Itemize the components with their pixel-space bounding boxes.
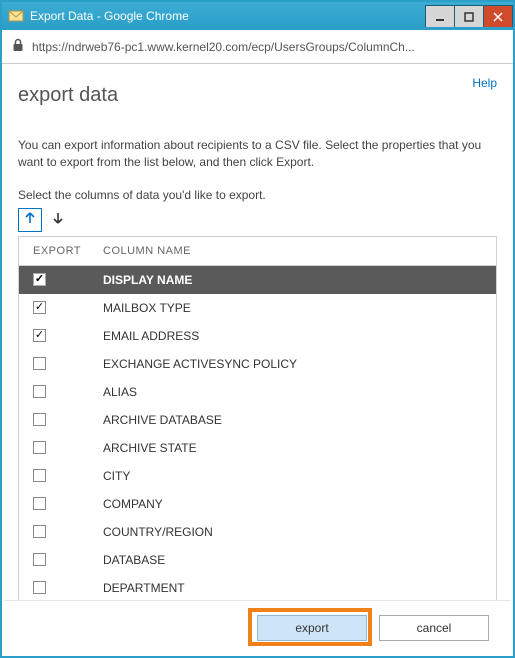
grid-header: EXPORT COLUMN NAME [19,237,496,266]
export-checkbox[interactable] [33,413,46,426]
cancel-button[interactable]: cancel [379,615,489,641]
column-name-cell: CITY [103,469,496,483]
table-row[interactable]: COMPANY [19,490,496,518]
arrow-down-icon [51,211,65,228]
column-name-cell: ARCHIVE STATE [103,441,496,455]
export-button[interactable]: export [257,615,367,641]
export-checkbox[interactable] [33,497,46,510]
column-name-cell: MAILBOX TYPE [103,301,496,315]
window-close-button[interactable] [483,5,513,27]
move-up-button[interactable] [18,208,42,232]
reorder-controls [18,208,497,232]
export-checkbox[interactable] [33,553,46,566]
column-name-cell: ARCHIVE DATABASE [103,413,496,427]
export-checkbox[interactable] [33,301,46,314]
address-bar: https://ndrweb76-pc1.www.kernel20.com/ec… [2,30,513,64]
table-row[interactable]: DATABASE [19,546,496,574]
table-row[interactable]: ARCHIVE STATE [19,434,496,462]
dialog-footer: export cancel [4,600,511,654]
window-frame: Export Data - Google Chrome https://ndrw… [0,0,515,658]
move-down-button[interactable] [46,208,70,232]
export-checkbox[interactable] [33,441,46,454]
column-name-cell: COMPANY [103,497,496,511]
table-row[interactable]: ARCHIVE DATABASE [19,406,496,434]
header-export: EXPORT [19,245,103,257]
column-name-cell: ALIAS [103,385,496,399]
url-text[interactable]: https://ndrweb76-pc1.www.kernel20.com/ec… [32,40,503,54]
export-checkbox[interactable] [33,581,46,594]
columns-grid: EXPORT COLUMN NAME DISPLAY NAME MAILBOX T… [18,236,497,606]
column-name-cell: EXCHANGE ACTIVESYNC POLICY [103,357,496,371]
help-link[interactable]: Help [472,76,497,90]
page-title: export data [18,84,497,107]
column-name-cell: EMAIL ADDRESS [103,329,496,343]
window-minimize-button[interactable] [425,5,455,27]
column-name-cell: DEPARTMENT [103,581,496,595]
window-maximize-button[interactable] [454,5,484,27]
table-row[interactable]: ALIAS [19,378,496,406]
arrow-up-icon [23,211,37,228]
table-row[interactable]: CITY [19,462,496,490]
column-name-cell: COUNTRY/REGION [103,525,496,539]
grid-body[interactable]: DISPLAY NAME MAILBOX TYPE EMAIL ADDRESS EXC… [19,266,496,605]
window-controls [426,5,513,27]
export-checkbox[interactable] [33,273,46,286]
export-checkbox[interactable] [33,357,46,370]
app-mail-icon [8,8,24,24]
header-column-name: COLUMN NAME [103,245,496,257]
titlebar: Export Data - Google Chrome [2,2,513,30]
table-row[interactable]: DISPLAY NAME [19,266,496,294]
export-checkbox[interactable] [33,469,46,482]
table-row[interactable]: DEPARTMENT [19,574,496,602]
export-checkbox[interactable] [33,385,46,398]
table-row[interactable]: EMAIL ADDRESS [19,322,496,350]
intro-text: You can export information about recipie… [18,137,497,172]
table-row[interactable]: COUNTRY/REGION [19,518,496,546]
lock-icon [12,38,24,55]
table-row[interactable]: EXCHANGE ACTIVESYNC POLICY [19,350,496,378]
column-name-cell: DISPLAY NAME [103,273,496,287]
column-name-cell: DATABASE [103,553,496,567]
window-title: Export Data - Google Chrome [30,9,426,23]
export-checkbox[interactable] [33,525,46,538]
page-content: Help export data You can export informat… [4,66,511,654]
export-checkbox[interactable] [33,329,46,342]
select-columns-label: Select the columns of data you'd like to… [18,188,497,202]
table-row[interactable]: MAILBOX TYPE [19,294,496,322]
